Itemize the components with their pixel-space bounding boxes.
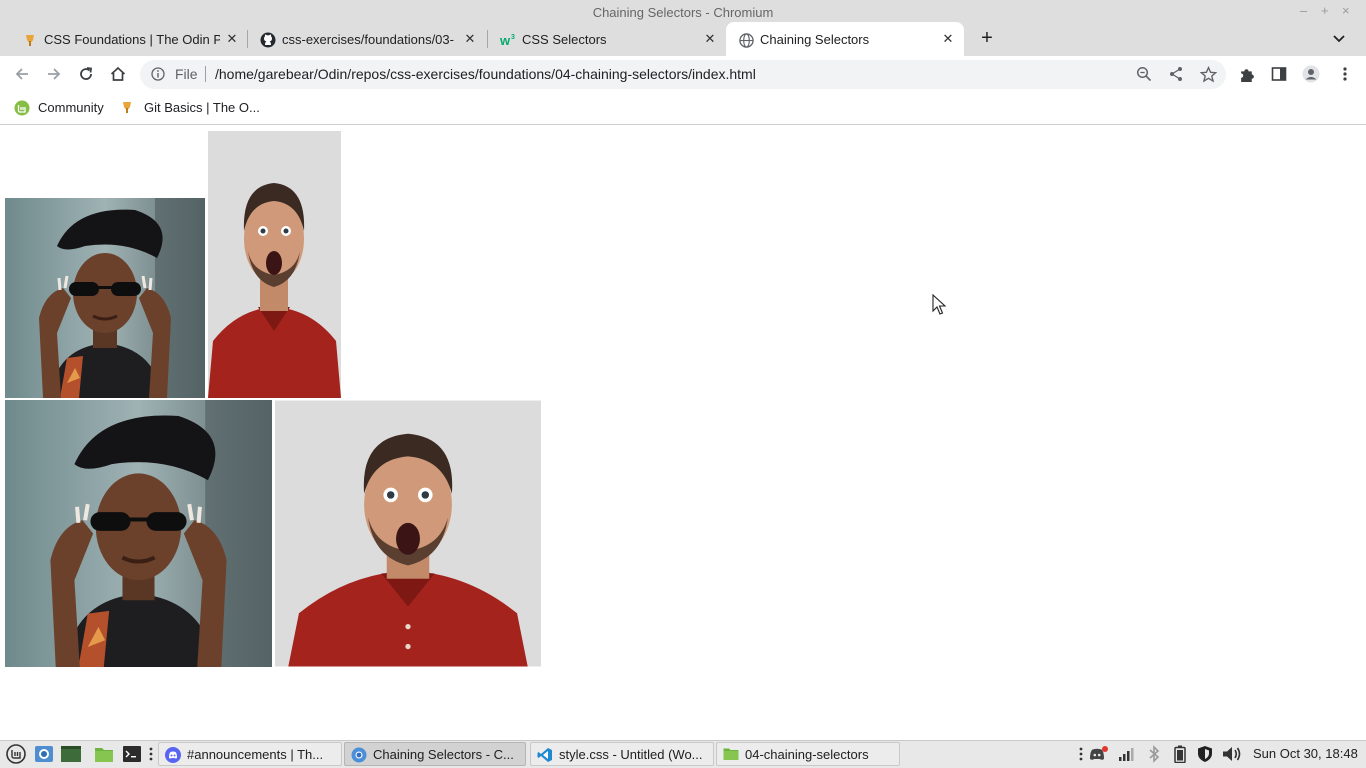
- profile-avatar-icon[interactable]: [1302, 65, 1320, 83]
- panel-separator-icon: [144, 744, 158, 764]
- task-vscode[interactable]: style.css - Untitled (Wo...: [530, 742, 714, 766]
- window-titlebar: Chaining Selectors - Chromium – + ×: [0, 0, 1366, 24]
- terminal-launcher-icon[interactable]: [121, 744, 143, 764]
- bookmark-community[interactable]: Community: [14, 99, 114, 117]
- tab-title: CSS Selectors: [522, 32, 607, 47]
- battery-icon[interactable]: [1171, 745, 1189, 763]
- discord-icon: [165, 747, 181, 763]
- chromium-icon: [351, 747, 367, 763]
- show-desktop-icon[interactable]: [60, 744, 82, 764]
- tab-css-exercises[interactable]: css-exercises/foundations/03- ✕: [248, 22, 486, 56]
- minimize-button[interactable]: –: [1300, 4, 1307, 18]
- taskbar-clock[interactable]: Sun Oct 30, 18:48: [1253, 746, 1358, 761]
- zoom-icon[interactable]: [1135, 65, 1153, 83]
- desktop-screen: Chaining Selectors - Chromium – + × CSS …: [0, 0, 1366, 768]
- start-menu-mint-icon[interactable]: [5, 744, 27, 764]
- woman-with-sunglasses-photo: [5, 198, 205, 398]
- new-tab-button[interactable]: +: [978, 28, 996, 48]
- home-button[interactable]: [107, 63, 129, 85]
- tab-search-chevron-icon[interactable]: [1330, 31, 1348, 47]
- info-icon[interactable]: [151, 67, 165, 81]
- task-label: Chaining Selectors - C...: [373, 747, 514, 762]
- svg-text:w: w: [500, 33, 511, 48]
- bookmark-git-basics[interactable]: Git Basics | The O...: [120, 99, 270, 117]
- discord-tray-icon[interactable]: [1088, 745, 1110, 763]
- tray-separator-icon: [1076, 745, 1086, 763]
- close-icon[interactable]: ✕: [702, 31, 718, 47]
- odin-project-icon: [22, 32, 38, 48]
- volume-icon[interactable]: [1221, 745, 1243, 763]
- tab-title: CSS Foundations | The Odin Pr: [44, 32, 220, 47]
- vscode-icon: [537, 747, 553, 763]
- extensions-puzzle-icon[interactable]: [1238, 65, 1256, 83]
- browser-launcher-icon[interactable]: [33, 744, 55, 764]
- mouse-cursor-icon: [932, 293, 947, 316]
- home-icon: [110, 66, 126, 81]
- reload-button[interactable]: [75, 63, 97, 85]
- task-label: 04-chaining-selectors: [745, 747, 869, 762]
- svg-text:3: 3: [511, 34, 515, 41]
- surprised-man-photo: [208, 131, 341, 398]
- bookmark-star-icon[interactable]: [1199, 65, 1217, 83]
- reload-icon: [80, 67, 93, 80]
- github-icon: [260, 32, 276, 48]
- close-window-button[interactable]: ×: [1342, 4, 1350, 18]
- tab-css-selectors[interactable]: w3 CSS Selectors ✕: [488, 22, 726, 56]
- tab-chaining-selectors[interactable]: Chaining Selectors ✕: [726, 22, 964, 56]
- back-arrow-icon: [15, 68, 28, 80]
- surprised-man-photo-large: [275, 400, 541, 667]
- tab-title: css-exercises/foundations/03-: [282, 32, 454, 47]
- scheme-chip[interactable]: File: [175, 66, 198, 82]
- window-title: Chaining Selectors - Chromium: [592, 5, 774, 20]
- chip-divider: [205, 66, 206, 82]
- tab-css-foundations[interactable]: CSS Foundations | The Odin Pr ✕: [10, 22, 246, 56]
- bookmark-label: Git Basics | The O...: [144, 100, 260, 115]
- task-label: #announcements | Th...: [187, 747, 324, 762]
- task-folder[interactable]: 04-chaining-selectors: [716, 742, 900, 766]
- maximize-button[interactable]: +: [1321, 4, 1329, 18]
- woman-with-sunglasses-photo-large: [5, 400, 272, 667]
- network-signal-icon[interactable]: [1117, 745, 1135, 763]
- odin-project-icon: [120, 100, 136, 116]
- share-icon[interactable]: [1167, 65, 1185, 83]
- bluetooth-icon[interactable]: [1145, 745, 1163, 763]
- close-icon[interactable]: ✕: [224, 31, 240, 47]
- task-label: style.css - Untitled (Wo...: [559, 747, 703, 762]
- bookmark-label: Community: [38, 100, 104, 115]
- files-launcher-icon[interactable]: [93, 744, 115, 764]
- shield-icon[interactable]: [1196, 745, 1214, 763]
- folder-icon: [723, 747, 739, 763]
- tab-title: Chaining Selectors: [760, 32, 870, 47]
- task-discord[interactable]: #announcements | Th...: [158, 742, 342, 766]
- w3schools-icon: w3: [500, 32, 516, 48]
- close-icon[interactable]: ✕: [462, 31, 478, 47]
- forward-button[interactable]: [43, 63, 65, 85]
- forward-arrow-icon: [48, 68, 61, 80]
- url-text[interactable]: /home/garebear/Odin/repos/css-exercises/…: [215, 66, 756, 82]
- globe-icon: [738, 32, 754, 48]
- side-panel-icon[interactable]: [1270, 65, 1288, 83]
- linux-mint-icon: [14, 100, 30, 116]
- task-chromium[interactable]: Chaining Selectors - C...: [344, 742, 526, 766]
- back-button[interactable]: [11, 63, 33, 85]
- close-icon[interactable]: ✕: [940, 31, 956, 47]
- more-menu-icon[interactable]: [1336, 65, 1354, 83]
